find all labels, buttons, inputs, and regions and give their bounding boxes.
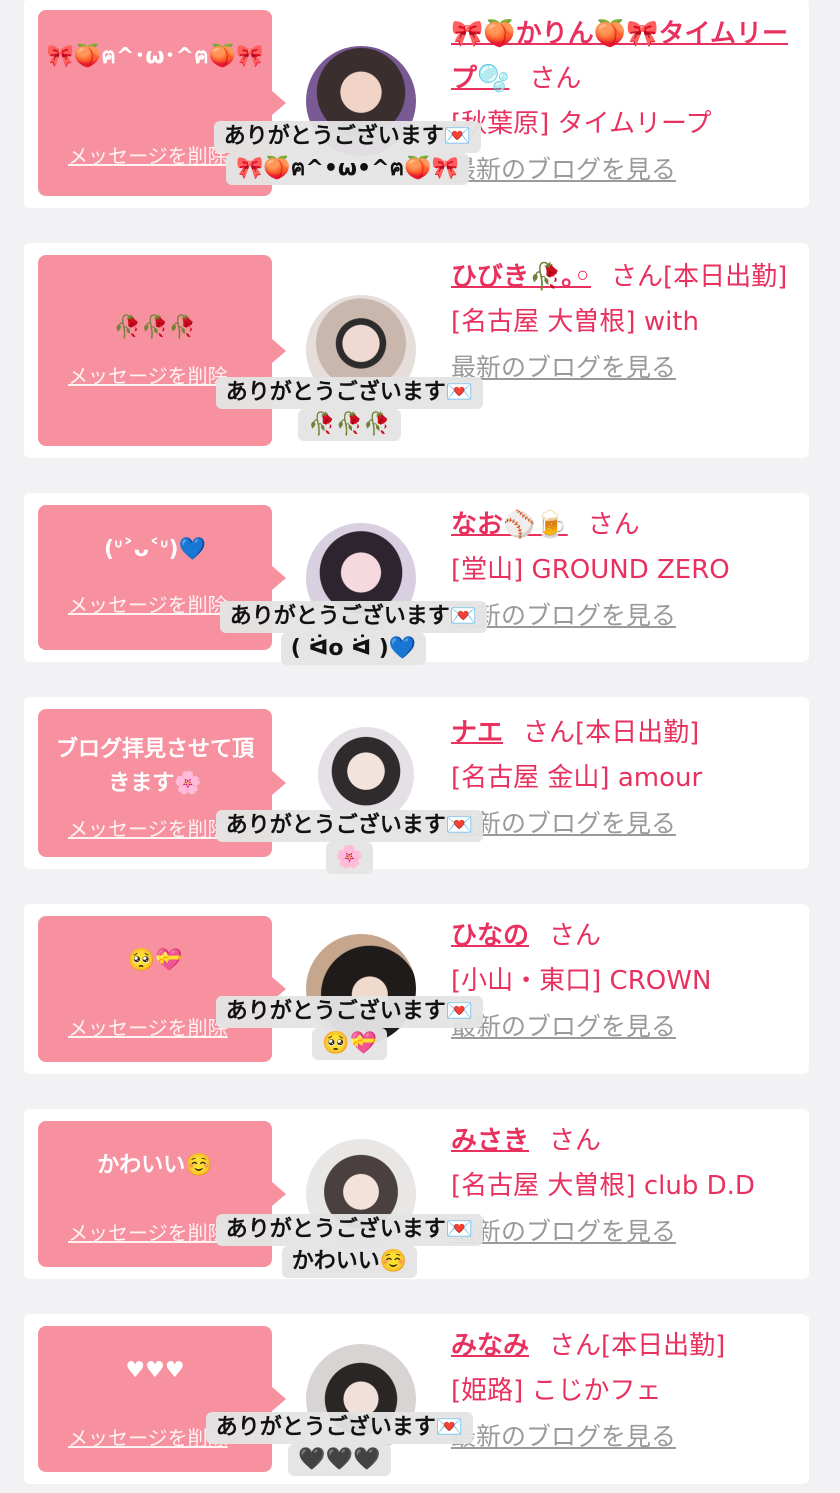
message-card: 🥀🥀🥀 メッセージを削除 ひびき🥀｡◦ さん[本日出勤] [名古屋 大曽根] wi… (24, 243, 809, 458)
shop-label: [名古屋 大曽根] with (451, 307, 699, 337)
girl-name-link[interactable]: ひなの (451, 921, 529, 951)
honorific: さん (611, 262, 664, 292)
honorific: さん (523, 718, 576, 748)
overlay-thanks-text: ありがとうございます💌 (205, 1412, 474, 1444)
overlay-thanks-text: ありがとうございます💌 (215, 996, 484, 1028)
status-label: [本日出勤] (575, 718, 700, 748)
message-text: ブログ拝見させて頂きます🌸 (55, 737, 254, 796)
message-text: 🎀🍑ฅ^･ω･^ฅ🍑🎀 (46, 44, 264, 69)
honorific: さん (549, 921, 602, 951)
caption-overlay: ありがとうございます💌 ( ᐛo ᐛ )💙 (196, 601, 511, 665)
overlay-thanks-text: ありがとうございます💌 (215, 377, 484, 409)
overlay-reply-text: 🌸 (325, 842, 374, 874)
honorific: さん (587, 510, 640, 540)
message-card: ♥︎♥︎♥︎ メッセージを削除 みなみ さん[本日出勤] [姫路] こじかフェ 最… (24, 1314, 809, 1484)
status-label: [本日出勤] (601, 1331, 726, 1361)
girl-name-link[interactable]: みさき (451, 1126, 529, 1156)
overlay-thanks-text: ありがとうございます💌 (213, 121, 482, 153)
message-text: 🥀🥀🥀 (113, 315, 197, 340)
caption-overlay: ありがとうございます💌 🖤🖤🖤 (182, 1412, 497, 1476)
overlay-thanks-text: ありがとうございます💌 (219, 601, 488, 633)
message-card: 🎀🍑ฅ^･ω･^ฅ🍑🎀 メッセージを削除 🎀🍑かりん🍑🎀タイムリープ🫧 さん [秋… (24, 0, 809, 208)
caption-overlay: ありがとうございます💌 🌸 (192, 810, 507, 874)
honorific: さん (549, 1331, 602, 1361)
honorific: さん (549, 1126, 602, 1156)
girl-name-link[interactable]: 🎀🍑かりん🍑🎀タイムリープ🫧 (451, 19, 788, 94)
shop-label: [堂山] GROUND ZERO (451, 555, 730, 585)
caption-overlay: ありがとうございます💌 かわいい☺️ (192, 1214, 507, 1278)
girl-name-link[interactable]: なお⚾🍺 (451, 510, 568, 540)
caption-overlay: ありがとうございます💌 🥺💝 (192, 996, 507, 1060)
overlay-thanks-text: ありがとうございます💌 (215, 1214, 484, 1246)
shop-label: [姫路] こじかフェ (451, 1376, 662, 1406)
message-card: ブログ拝見させて頂きます🌸 メッセージを削除 ナエ さん[本日出勤] [名古屋 金… (24, 697, 809, 874)
girl-name-link[interactable]: みなみ (451, 1331, 529, 1361)
avatar[interactable] (318, 727, 414, 823)
message-text: (ᐡ˃ᴗ˂ᐡ)💙 (104, 537, 206, 562)
message-card: (ᐡ˃ᴗ˂ᐡ)💙 メッセージを削除 なお⚾🍺 さん [堂山] GROUND ZER… (24, 493, 809, 665)
status-label: [本日出勤] (663, 262, 788, 292)
overlay-reply-text: ( ᐛo ᐛ )💙 (280, 633, 427, 665)
overlay-reply-text: 🎀🍑ฅ^•ω•^ฅ🍑🎀 (225, 153, 470, 185)
message-card: かわいい☺️ メッセージを削除 みさき さん [名古屋 大曽根] club D.D… (24, 1109, 809, 1279)
caption-overlay: ありがとうございます💌 🥀🥀🥀 (192, 377, 507, 441)
message-text: かわいい☺️ (97, 1153, 213, 1178)
caption-overlay: ありがとうございます💌 🎀🍑ฅ^•ω•^ฅ🍑🎀 (190, 121, 505, 185)
message-list: 🎀🍑ฅ^･ω･^ฅ🍑🎀 メッセージを削除 🎀🍑かりん🍑🎀タイムリープ🫧 さん [秋… (0, 0, 840, 1493)
latest-blog-link[interactable]: 最新のブログを見る (451, 1414, 795, 1459)
overlay-reply-text: かわいい☺️ (281, 1246, 418, 1278)
overlay-reply-text: 🥺💝 (312, 1028, 387, 1060)
overlay-reply-text: 🥀🥀🥀 (298, 409, 401, 441)
overlay-reply-text: 🖤🖤🖤 (288, 1444, 391, 1476)
message-card: 🥺💝 メッセージを削除 ひなの さん [小山・東口] CROWN 最新のブログを見… (24, 904, 809, 1074)
girl-name-link[interactable]: ナエ (451, 718, 503, 748)
overlay-thanks-text: ありがとうございます💌 (215, 810, 484, 842)
shop-label: [名古屋 金山] amour (451, 763, 703, 793)
message-text: 🥺💝 (127, 948, 183, 973)
message-text: ♥︎♥︎♥︎ (125, 1358, 185, 1383)
shop-label: [名古屋 大曽根] club D.D (451, 1171, 755, 1201)
honorific: さん (529, 64, 582, 94)
girl-name-link[interactable]: ひびき🥀｡◦ (451, 262, 591, 292)
